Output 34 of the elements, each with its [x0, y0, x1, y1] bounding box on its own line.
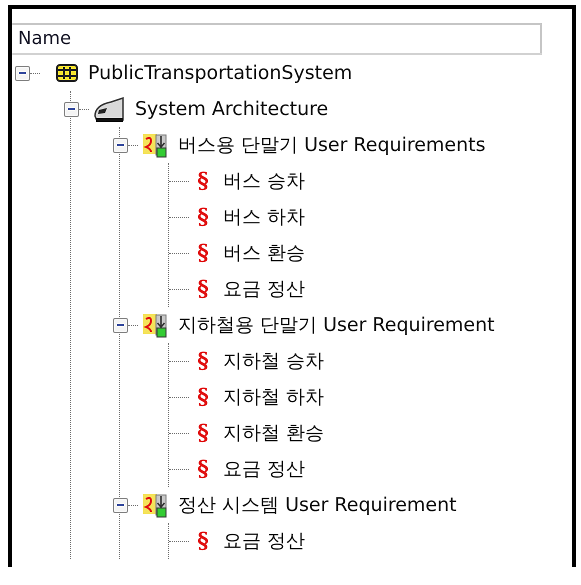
tree-item[interactable]: 정산 시스템 User Requirement: [178, 492, 457, 518]
tree-item[interactable]: 버스 승차: [223, 168, 306, 194]
section-sign-icon: §: [193, 384, 213, 410]
tree-item[interactable]: 요금 정산: [223, 276, 306, 302]
collapse-toggle[interactable]: [113, 138, 128, 152]
section-sign-icon: §: [193, 168, 213, 194]
requirement-package-icon: [142, 491, 168, 519]
collapse-toggle[interactable]: [64, 102, 79, 116]
requirement-package-icon: [142, 311, 168, 339]
column-header[interactable]: Name: [12, 25, 542, 53]
section-sign-icon: §: [193, 348, 213, 374]
tree-item[interactable]: 버스 하차: [223, 204, 306, 230]
section-sign-icon: §: [193, 276, 213, 302]
tree-item[interactable]: 버스 환승: [223, 240, 306, 266]
tree-item[interactable]: 요금 정산: [223, 528, 306, 554]
tree-item[interactable]: 지하철용 단말기 User Requirement: [178, 312, 495, 338]
tree-item[interactable]: 지하철 하차: [223, 384, 324, 410]
tree-item[interactable]: 요금 정산: [223, 456, 306, 482]
section-sign-icon: §: [193, 420, 213, 446]
requirement-package-icon: [142, 131, 168, 159]
tree-item[interactable]: 버스용 단말기 User Requirements: [178, 132, 486, 158]
tree-item[interactable]: PublicTransportationSystem: [88, 62, 352, 84]
tree-item[interactable]: 지하철 환승: [223, 420, 324, 446]
collapse-toggle[interactable]: [113, 498, 128, 512]
tree-item[interactable]: System Architecture: [135, 98, 328, 120]
tree-item[interactable]: 지하철 승차: [223, 348, 324, 374]
section-sign-icon: §: [193, 204, 213, 230]
section-sign-icon: §: [193, 240, 213, 266]
collapse-toggle[interactable]: [113, 318, 128, 332]
section-sign-icon: §: [193, 456, 213, 482]
section-sign-icon: §: [193, 528, 213, 554]
module-icon: [56, 63, 78, 83]
collapse-toggle[interactable]: [15, 66, 30, 80]
car-icon: [93, 94, 125, 124]
